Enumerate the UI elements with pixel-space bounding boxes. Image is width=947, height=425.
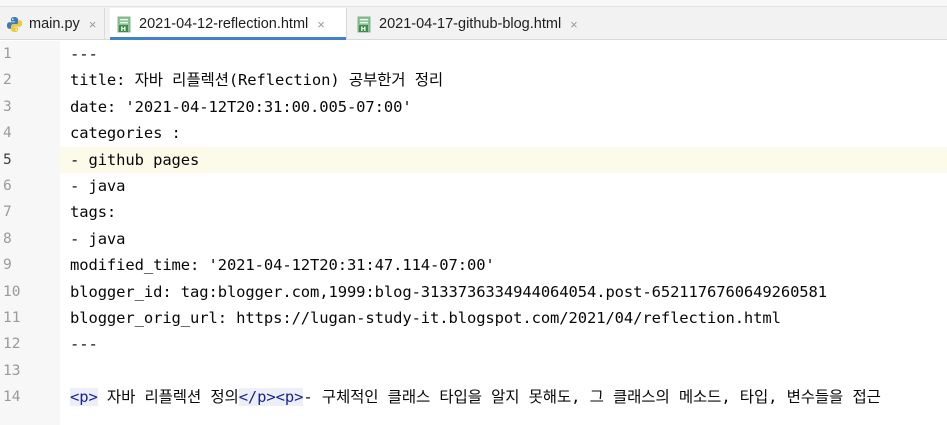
code-line[interactable]: --- [60,331,947,357]
code-line[interactable]: - github pages [60,146,947,173]
line-number: 8 [3,230,12,247]
code-line[interactable]: --- [60,41,947,67]
tab-github-blog-html[interactable]: H 2021-04-17-github-blog.html × [350,8,610,40]
svg-text:H: H [121,25,126,33]
tab-divider [104,8,105,40]
html-close-p-tag: </p> [238,388,276,407]
line-numbers: 1 2 3 4 5 6 7 8 9 10 11 12 13 14 [0,41,60,410]
html-file-icon: H [116,16,133,33]
code-line[interactable]: categories : [60,120,947,146]
line-number: 13 [3,362,21,379]
tab-label: 2021-04-12-reflection.html [139,16,309,32]
line-number: 10 [3,283,21,300]
line-number: 3 [3,98,12,115]
code-line[interactable] [60,358,947,384]
close-icon[interactable]: × [89,17,97,32]
code-line[interactable]: - java [60,173,947,199]
line-number: 7 [3,204,12,221]
python-file-icon [6,16,23,33]
tab-label: main.py [29,16,80,32]
line-text: 자바 리플렉션 정의 [97,388,239,407]
line-number: 2 [3,72,12,89]
tab-divider [346,8,347,40]
svg-text:H: H [361,25,366,33]
code-line[interactable]: tags: [60,199,947,225]
code-line[interactable]: date: '2021-04-12T20:31:00.005-07:00' [60,94,947,120]
line-number: 11 [3,309,21,326]
tab-bar-top-strip [0,0,947,7]
code-line[interactable]: blogger_orig_url: https://lugan-study-it… [60,305,947,331]
line-number: 9 [3,257,12,274]
html-open-p-tag: <p> [70,388,98,407]
tab-reflection-html[interactable]: H 2021-04-12-reflection.html × [110,8,346,40]
line-number: 5 [3,151,12,168]
code-line[interactable]: - java [60,226,947,252]
line-number: 14 [3,389,21,406]
code-line[interactable]: <p> 자바 리플렉션 정의</p><p>- 구체적인 클래스 타입을 알지 못… [60,384,947,410]
line-number: 6 [3,177,12,194]
line-number: 12 [3,336,21,353]
html-open-p-tag: <p> [275,388,304,407]
code-line[interactable]: modified_time: '2021-04-12T20:31:47.114-… [60,252,947,278]
tab-label: 2021-04-17-github-blog.html [379,16,562,32]
close-icon[interactable]: × [317,17,325,32]
tab-main-py[interactable]: main.py × [0,8,104,40]
close-icon[interactable]: × [570,17,578,32]
line-number: 4 [3,125,12,142]
code-editor[interactable]: --- title: 자바 리플렉션(Reflection) 공부한거 정리 dat… [60,41,947,425]
code-line[interactable]: title: 자바 리플렉션(Reflection) 공부한거 정리 [60,67,947,93]
code-line[interactable]: blogger_id: tag:blogger.com,1999:blog-31… [60,279,947,305]
line-text: - 구체적인 클래스 타입을 알지 못해도, 그 클래스의 메소드, 타입, 변… [303,388,881,407]
line-number: 1 [3,46,12,62]
html-file-icon: H [356,16,373,33]
